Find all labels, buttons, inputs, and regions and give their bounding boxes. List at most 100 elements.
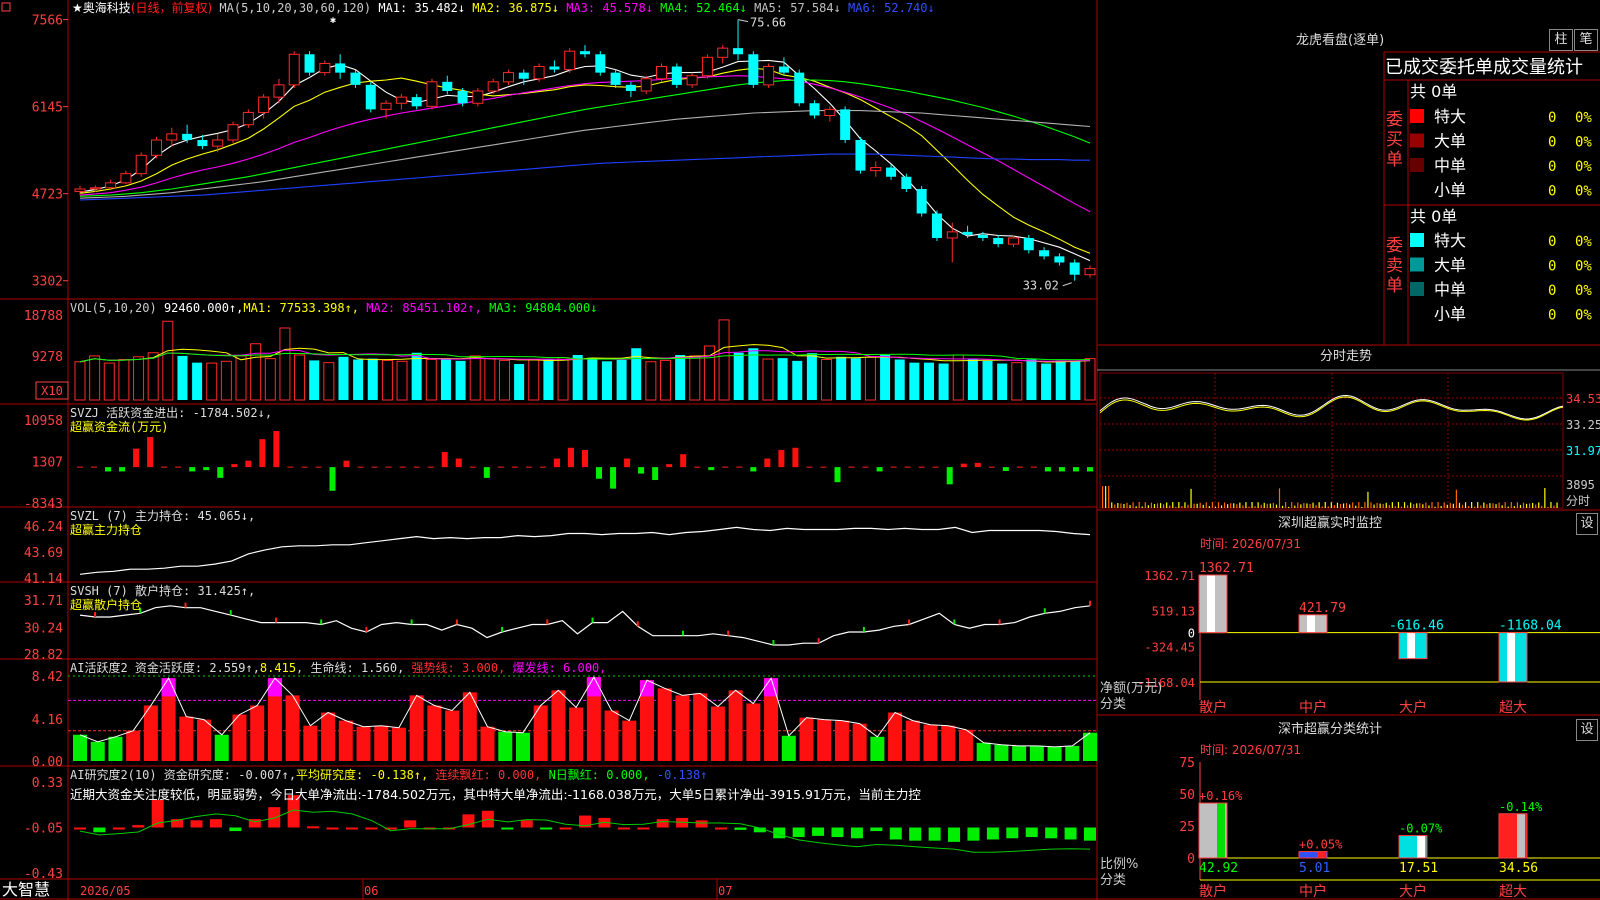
ai-research-bar (209, 819, 222, 828)
candle-body-down (794, 72, 805, 104)
candle-body-down (350, 72, 361, 85)
candle-body-down (733, 48, 744, 55)
ma-line-ma3 (79, 75, 1091, 213)
candle-body-up (319, 62, 331, 74)
monitor-settings-button[interactable]: 设 (1576, 513, 1598, 535)
candle-body-down (1023, 237, 1034, 251)
time-label-may: 2026/05 (80, 884, 131, 898)
ai-active-bar (427, 705, 442, 761)
vol-bar-down (177, 355, 188, 400)
intraday-vol-bar (1461, 504, 1464, 508)
ai-research-bar (559, 827, 572, 830)
intraday-vol-bar (1236, 504, 1238, 508)
corner-icon (1, 2, 11, 12)
ai-research-bar (404, 820, 417, 828)
ai-active-bar (197, 719, 212, 761)
ai-research-bar (501, 827, 514, 830)
intraday-vol-bar (1111, 502, 1113, 508)
intraday-vol-bar (1373, 504, 1375, 508)
ai-research-bar (928, 827, 941, 841)
ai-research-bar (1025, 827, 1038, 838)
vol-bar-up (645, 361, 657, 401)
ai-active-bar (73, 734, 87, 761)
candle-body-up (166, 133, 178, 141)
intraday-vol-bar (1269, 503, 1271, 508)
ma2-label: MA2: 36.875↓ (472, 1, 559, 15)
intraday-vol-bar (1407, 505, 1409, 508)
ai-active-bar (976, 742, 991, 761)
ai-active-bar (781, 735, 796, 761)
candle-body-up (227, 124, 239, 141)
bar-mode-button[interactable]: 柱 (1549, 29, 1573, 51)
svzj-bar-negative (708, 467, 715, 471)
candle-body-down (365, 84, 376, 110)
intraday-vol-bar (1187, 504, 1189, 508)
intraday-vol-bar (1492, 503, 1494, 508)
svsh-tick (1089, 600, 1091, 606)
vol-bar-down (1026, 359, 1037, 400)
ai-active-bar (958, 729, 973, 761)
classify-change-label: -0.07% (1399, 822, 1443, 836)
intraday-vol-bar (1224, 502, 1226, 508)
candle-body-down (809, 103, 820, 116)
intraday-vol-bar (1318, 502, 1320, 508)
svzj-bar-positive (960, 463, 967, 468)
intraday-vol-bar (1138, 502, 1140, 508)
chart-canvas: 7566 6145 4723 3302 75.66 33.02 ✱ 18788 9278 X10 1… (0, 0, 1600, 900)
classify-ylabel: 比例% (1100, 857, 1139, 872)
intraday-vol-bar (1190, 488, 1192, 508)
ai-active-bar (179, 716, 194, 761)
intraday-vol-bar (1275, 504, 1278, 508)
monitor-bar-highlight (1207, 575, 1215, 633)
intraday-vol-bar (1425, 502, 1427, 508)
monitor-ylabel: 净额(万元) (1100, 681, 1163, 696)
svsh-tick (998, 619, 1001, 625)
intraday-axis-low: 31.97 (1566, 444, 1600, 458)
vol-bar-up (498, 359, 510, 401)
pen-mode-button[interactable]: 笔 (1574, 29, 1598, 51)
svsh-tick (546, 619, 549, 625)
candle-body-down (993, 237, 1004, 245)
svzj-bar-positive (343, 460, 350, 468)
vol-bar-down (192, 362, 203, 400)
classify-value-label: 34.56 (1499, 861, 1538, 876)
svzj-axis-label: -8343 (24, 497, 63, 512)
intraday-vol-bar (1117, 503, 1119, 508)
ma-prefix: MA(5,10,20,30,60,120) (219, 1, 372, 15)
monitor-axis-label: 1362.71 (1144, 569, 1195, 583)
svzj-bar-negative (217, 467, 224, 478)
ai-active-bar (126, 730, 141, 761)
intraday-vol-bar (1379, 503, 1381, 508)
price-axis-label: 7566 (32, 14, 63, 29)
candle-body-up (717, 47, 729, 58)
candle-body-down (916, 188, 927, 214)
intraday-vol-bar (1513, 506, 1515, 508)
ai-research-bar (831, 827, 844, 838)
intraday-vol-bar (1309, 504, 1311, 508)
candle-body-up (640, 78, 652, 92)
intraday-vol-bar (1440, 505, 1442, 508)
vol-bar-down (587, 357, 598, 400)
ai-research-bar (986, 827, 999, 840)
ai-research-bar (540, 827, 553, 830)
monitor-category-label: 散户 (1199, 699, 1227, 716)
classify-axis-label: 50 (1179, 788, 1195, 803)
svzj-subtitle: 超赢资金流(万元) (70, 420, 169, 434)
intraday-vol-bar (1315, 505, 1317, 508)
monitor-category-label: 大户 (1399, 699, 1427, 716)
sell-row-swatch (1410, 233, 1424, 247)
candle-body-up (487, 81, 499, 92)
svzl-axis-label: 43.69 (24, 546, 63, 561)
svsh-tick (817, 638, 820, 644)
ai-active-bar (923, 724, 938, 761)
sell-row-count: 0 (1548, 308, 1556, 324)
classify-settings-button[interactable]: 设 (1576, 719, 1598, 741)
intraday-vol-bar (1132, 502, 1134, 508)
high-annotation: 75.66 (750, 16, 786, 30)
candle-body-up (288, 53, 300, 86)
svzj-bar-negative (834, 467, 841, 483)
ai-research-bar (870, 827, 883, 832)
vol-bar-down (748, 348, 759, 400)
ai-active-bar (551, 690, 566, 761)
vol-bar-up (294, 354, 306, 401)
